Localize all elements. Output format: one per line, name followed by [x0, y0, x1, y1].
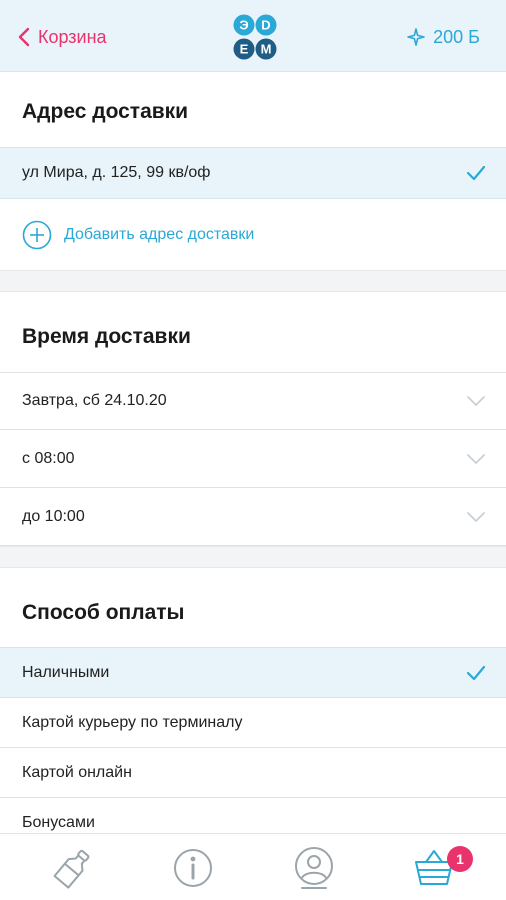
bonus-balance[interactable]: 200 Б	[407, 24, 480, 50]
payment-option-card-online[interactable]: Картой онлайн	[0, 748, 506, 798]
check-icon	[466, 165, 486, 181]
payment-option-label: Картой онлайн	[22, 763, 132, 781]
delivery-from-value: с 08:00	[22, 449, 75, 467]
chevron-down-icon	[467, 453, 485, 464]
profile-icon[interactable]	[292, 846, 336, 890]
check-icon	[466, 665, 486, 680]
logo-letter-1: Э	[239, 18, 248, 33]
add-address-label: Добавить адрес доставки	[64, 226, 255, 243]
add-address-button[interactable]: Добавить адрес доставки	[22, 220, 254, 250]
address-text: ул Мира, д. 125, 99 кв/оф	[22, 164, 211, 181]
logo-letter-2: D	[261, 18, 270, 33]
payment-section-title: Способ оплаты	[22, 601, 185, 624]
payment-option-cash[interactable]: Наличными	[0, 647, 506, 698]
bonus-label: 200 Б	[433, 26, 480, 47]
cart-count-badge: 1	[447, 846, 473, 872]
delivery-time-section-title: Время доставки	[22, 325, 191, 348]
payment-option-label: Наличными	[22, 663, 110, 681]
address-section-title: Адрес доставки	[22, 100, 189, 123]
logo-letter-4: M	[261, 42, 272, 57]
delivery-from-select[interactable]: с 08:00	[0, 430, 506, 488]
chevron-down-icon	[467, 511, 485, 522]
chevron-left-icon	[18, 27, 30, 47]
bottom-tab-bar	[0, 833, 506, 900]
logo-letter-3: E	[240, 42, 249, 57]
top-bar: Корзина Э D E M 200 Б	[0, 0, 506, 72]
edem-logo: Э D E M	[233, 14, 277, 60]
bottle-icon[interactable]	[51, 846, 95, 890]
payment-option-label: Картой курьеру по терминалу	[22, 713, 243, 731]
section-divider	[0, 270, 506, 292]
info-icon[interactable]	[171, 846, 215, 890]
sparkle-icon	[407, 28, 425, 46]
back-button[interactable]: Корзина	[18, 24, 107, 50]
plus-circle-icon	[22, 220, 52, 250]
delivery-to-value: до 10:00	[22, 507, 85, 525]
section-divider	[0, 546, 506, 568]
address-option-selected[interactable]: ул Мира, д. 125, 99 кв/оф	[0, 147, 506, 199]
delivery-date-value: Завтра, сб 24.10.20	[22, 392, 167, 409]
chevron-down-icon	[467, 396, 485, 406]
payment-option-terminal[interactable]: Картой курьеру по терминалу	[0, 698, 506, 748]
delivery-to-select[interactable]: до 10:00	[0, 488, 506, 546]
back-label: Корзина	[38, 26, 107, 47]
delivery-date-select[interactable]: Завтра, сб 24.10.20	[0, 372, 506, 430]
payment-option-label: Бонусами	[22, 814, 95, 831]
